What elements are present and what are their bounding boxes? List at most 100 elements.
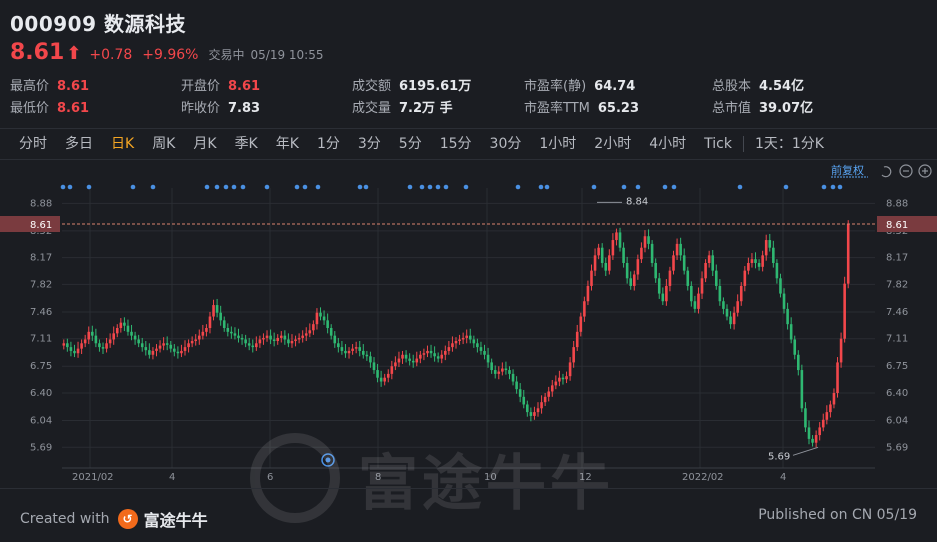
- tab-7[interactable]: 1分: [308, 129, 349, 159]
- candle-body: [308, 330, 312, 334]
- candle-body: [108, 339, 112, 344]
- candle-body: [490, 362, 493, 371]
- tab-14[interactable]: 4小时: [640, 129, 695, 159]
- candle-body: [668, 270, 672, 286]
- candle-body: [165, 343, 169, 345]
- y-tick-left-8: 6.04: [30, 416, 52, 427]
- tab-8[interactable]: 3分: [349, 129, 390, 159]
- candle-body: [219, 312, 222, 321]
- candle-body: [772, 247, 775, 263]
- tab-0[interactable]: 分时: [10, 129, 56, 159]
- y-tick-right-7: 6.40: [886, 388, 908, 399]
- candle-body: [269, 335, 272, 340]
- tab-5[interactable]: 季K: [226, 129, 267, 159]
- candle-body: [347, 350, 351, 354]
- candle-body: [811, 438, 814, 443]
- candle-body: [451, 343, 454, 348]
- candle-body: [458, 339, 461, 341]
- candle-body: [379, 377, 383, 382]
- candle-body: [483, 350, 486, 355]
- y-tick-right-0: 8.88: [886, 198, 908, 209]
- event-marker: [130, 184, 136, 190]
- candle-body: [365, 354, 369, 357]
- candle-body: [394, 362, 397, 367]
- tab-12[interactable]: 1小时: [530, 129, 585, 159]
- tab-3[interactable]: 周K: [143, 129, 184, 159]
- event-marker: [419, 184, 425, 190]
- tab-2[interactable]: 日K: [102, 129, 143, 159]
- event-marker: [223, 184, 229, 190]
- tab-4[interactable]: 月K: [184, 129, 225, 159]
- candle-body: [522, 396, 526, 405]
- candle-body: [361, 350, 365, 355]
- candle-body: [454, 341, 458, 344]
- candle-body: [782, 293, 786, 309]
- candle-body: [554, 381, 558, 386]
- candle-body: [369, 356, 372, 363]
- kline-chart[interactable]: 富途牛牛 8.888.888.528.528.178.177.827.827.4…: [0, 158, 937, 523]
- event-marker: [214, 184, 220, 190]
- event-marker: [231, 184, 237, 190]
- candle-body: [62, 343, 66, 346]
- candle-body: [511, 373, 515, 382]
- tab-9[interactable]: 5分: [390, 129, 431, 159]
- candle-body: [158, 345, 162, 349]
- stat-volume: 成交量 7.2万 手: [352, 101, 453, 116]
- tab-1[interactable]: 多日: [56, 129, 102, 159]
- event-marker: [463, 184, 469, 190]
- tab-6[interactable]: 年K: [267, 129, 308, 159]
- stock-title: 000909 数源科技: [10, 12, 186, 36]
- candle-body: [843, 283, 846, 339]
- y-tick-right-9: 5.69: [886, 442, 908, 453]
- candle-body: [440, 354, 444, 359]
- candle-body: [137, 339, 140, 344]
- candle-body: [247, 343, 251, 346]
- tab-10[interactable]: 15分: [431, 129, 481, 159]
- candle-body: [786, 308, 789, 325]
- y-tick-right-4: 7.46: [886, 307, 908, 318]
- event-marker: [544, 184, 550, 190]
- candle-body: [83, 339, 87, 344]
- candle-body: [690, 285, 693, 302]
- tab-15[interactable]: Tick: [695, 129, 741, 159]
- candle-body: [479, 347, 483, 351]
- candle-body: [351, 348, 354, 351]
- y-tick-right-2: 8.17: [886, 253, 908, 264]
- reset-icon[interactable]: [881, 166, 892, 178]
- candle-body: [197, 335, 201, 340]
- candle-body: [540, 402, 543, 409]
- high-label: 8.84: [626, 196, 648, 207]
- candle-body: [821, 419, 825, 428]
- candle-body: [169, 344, 173, 349]
- current-price-label-left: 8.61: [30, 220, 52, 231]
- y-tick-left-9: 5.69: [30, 442, 52, 453]
- candle-body: [173, 348, 176, 352]
- candle-body: [426, 350, 429, 354]
- tab-11[interactable]: 30分: [481, 129, 531, 159]
- candle-body: [176, 351, 180, 354]
- candle-body: [558, 377, 561, 382]
- candle-body: [91, 331, 94, 336]
- candle-body: [714, 270, 718, 286]
- candle-body: [679, 243, 682, 256]
- candle-body: [472, 339, 476, 344]
- candle-body: [493, 370, 497, 374]
- candle-body: [180, 350, 183, 354]
- tab-16[interactable]: 1天：1分K: [746, 129, 833, 159]
- candle-body: [119, 322, 123, 328]
- y-tick-left-2: 8.17: [30, 253, 52, 264]
- event-marker: [60, 184, 66, 190]
- event-marker: [671, 184, 677, 190]
- candle-body: [115, 328, 119, 334]
- candle-body: [222, 320, 226, 328]
- candle-body: [315, 312, 319, 325]
- candle-body: [529, 412, 533, 416]
- candle-body: [818, 427, 821, 436]
- candle-body: [739, 285, 743, 302]
- candle-body: [130, 331, 133, 336]
- candle-body: [643, 236, 647, 248]
- candle-body: [319, 312, 322, 317]
- adjust-mode-button[interactable]: 前复权: [831, 163, 864, 177]
- tab-13[interactable]: 2小时: [585, 129, 640, 159]
- candle-body: [279, 335, 283, 338]
